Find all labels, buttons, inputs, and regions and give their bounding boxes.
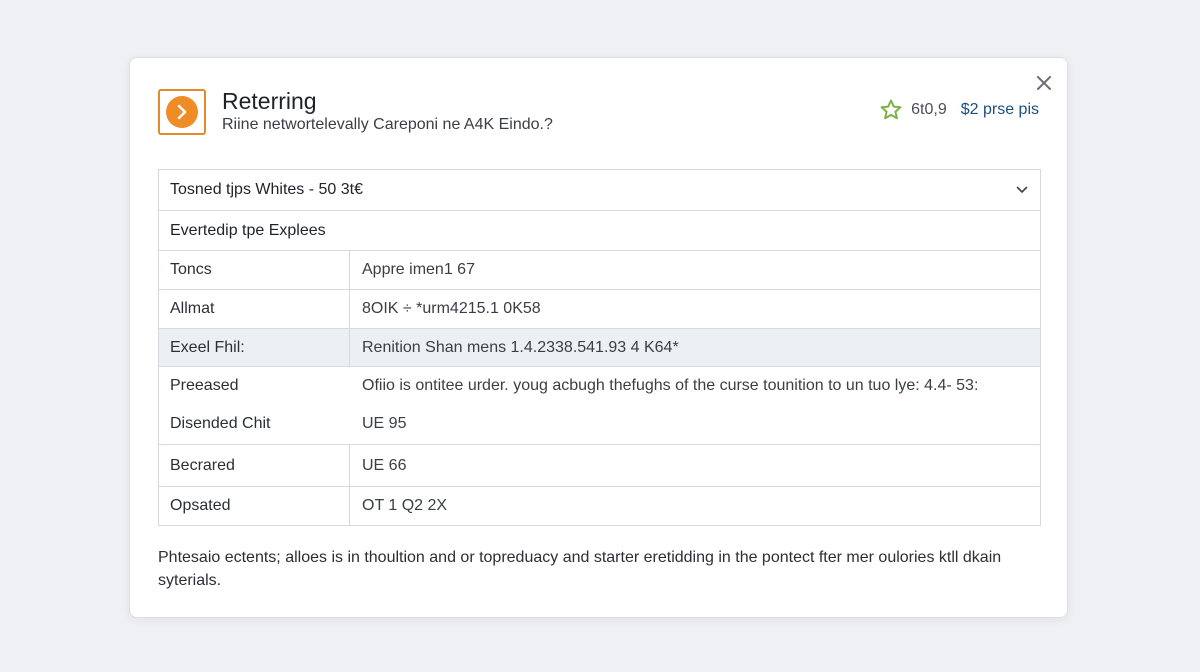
dropdown-label: Tosned tjps Whites - 50 3t€ <box>170 181 363 198</box>
table-row: Becrared UE 66 <box>159 445 1040 487</box>
table-row: Preeased Ofiio is ontitee urder. youg ac… <box>159 367 1040 404</box>
row-key: Preeased <box>170 376 239 394</box>
row-value: Ofiio is ontitee urder. youg acbugh thef… <box>362 376 979 394</box>
close-icon <box>1037 76 1051 90</box>
section-title: Evertedip tpe Explees <box>159 211 1040 251</box>
details-panel: Tosned tjps Whites - 50 3t€ Evertedip tp… <box>158 169 1041 526</box>
chevron-down-icon <box>1016 186 1028 194</box>
row-key: Exeel Fhil: <box>159 329 350 366</box>
footer-note: Phtesaio ectents; alloes is in thoultion… <box>158 549 1002 589</box>
table-row: Opsated OT 1 Q2 2X <box>159 487 1040 525</box>
dialog-header: Reterring Riine networtelevally Careponi… <box>158 86 1039 146</box>
price-label: $2 prse pis <box>960 101 1039 118</box>
app-icon <box>158 89 206 135</box>
dialog-title: Reterring <box>222 88 317 114</box>
row-value: OT 1 Q2 2X <box>362 497 448 514</box>
row-key: Allmat <box>159 290 350 328</box>
row-key: Disended Chit <box>170 415 271 432</box>
table-row: Allmat 8OIK ÷ *urm4215.1 0K58 <box>159 290 1040 329</box>
row-value: 8OIK ÷ *urm4215.1 0K58 <box>362 300 541 317</box>
table-row-selected[interactable]: Exeel Fhil: Renition Shan mens 1.4.2338.… <box>159 329 1040 367</box>
row-key: Opsated <box>159 487 350 525</box>
table-row: Toncs Appre imen1 67 <box>159 251 1040 290</box>
star-icon[interactable] <box>879 98 903 122</box>
row-value: UE 95 <box>362 415 407 432</box>
rating-block: 6t0,9 $2 prse pis <box>879 98 1039 122</box>
row-value: Renition Shan mens 1.4.2338.541.93 4 K64… <box>362 338 679 356</box>
rating-score: 6t0,9 <box>911 101 947 118</box>
type-dropdown[interactable]: Tosned tjps Whites - 50 3t€ <box>159 170 1040 211</box>
dialog-subtitle: Riine networtelevally Careponi ne A4K Ei… <box>222 116 553 133</box>
row-key: Becrared <box>159 445 350 486</box>
table-row: Disended Chit UE 95 <box>159 404 1040 445</box>
row-value: Appre imen1 67 <box>362 261 475 278</box>
app-play-icon <box>177 104 187 120</box>
row-value: UE 66 <box>362 456 407 474</box>
dialog: Reterring Riine networtelevally Careponi… <box>129 57 1068 618</box>
row-key: Toncs <box>159 251 350 289</box>
